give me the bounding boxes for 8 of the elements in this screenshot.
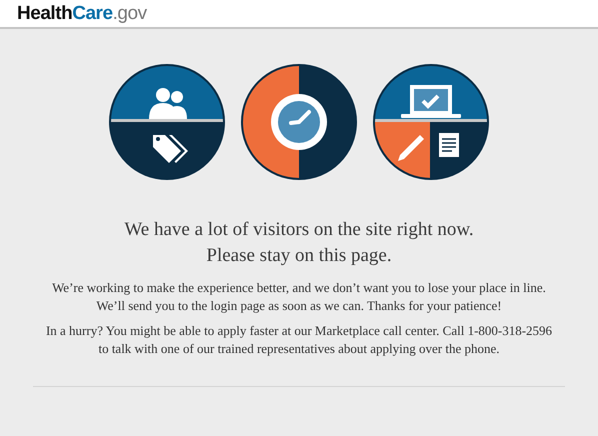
heading: We have a lot of visitors on the site right now. bbox=[123, 218, 475, 242]
paragraph: In a hurry? You might be able to apply faster at our Marketplace call center. Call 1-800-318-2596 to talk with one of our trained representatives about applying over the phone. bbox=[44, 322, 554, 358]
logo[interactable]: HealthCare.gov bbox=[17, 4, 147, 23]
paragraph: We’re working to make the experience better, and we don’t want you to lose your place in line. We’ll send you to the login page as soon as we can. Thanks for your patience! bbox=[51, 279, 547, 315]
clock-icon bbox=[240, 63, 358, 181]
heading: Please stay on this page. bbox=[205, 244, 393, 268]
laptop-and-documents-icon bbox=[372, 63, 490, 181]
people-and-tags-icon bbox=[108, 63, 226, 181]
